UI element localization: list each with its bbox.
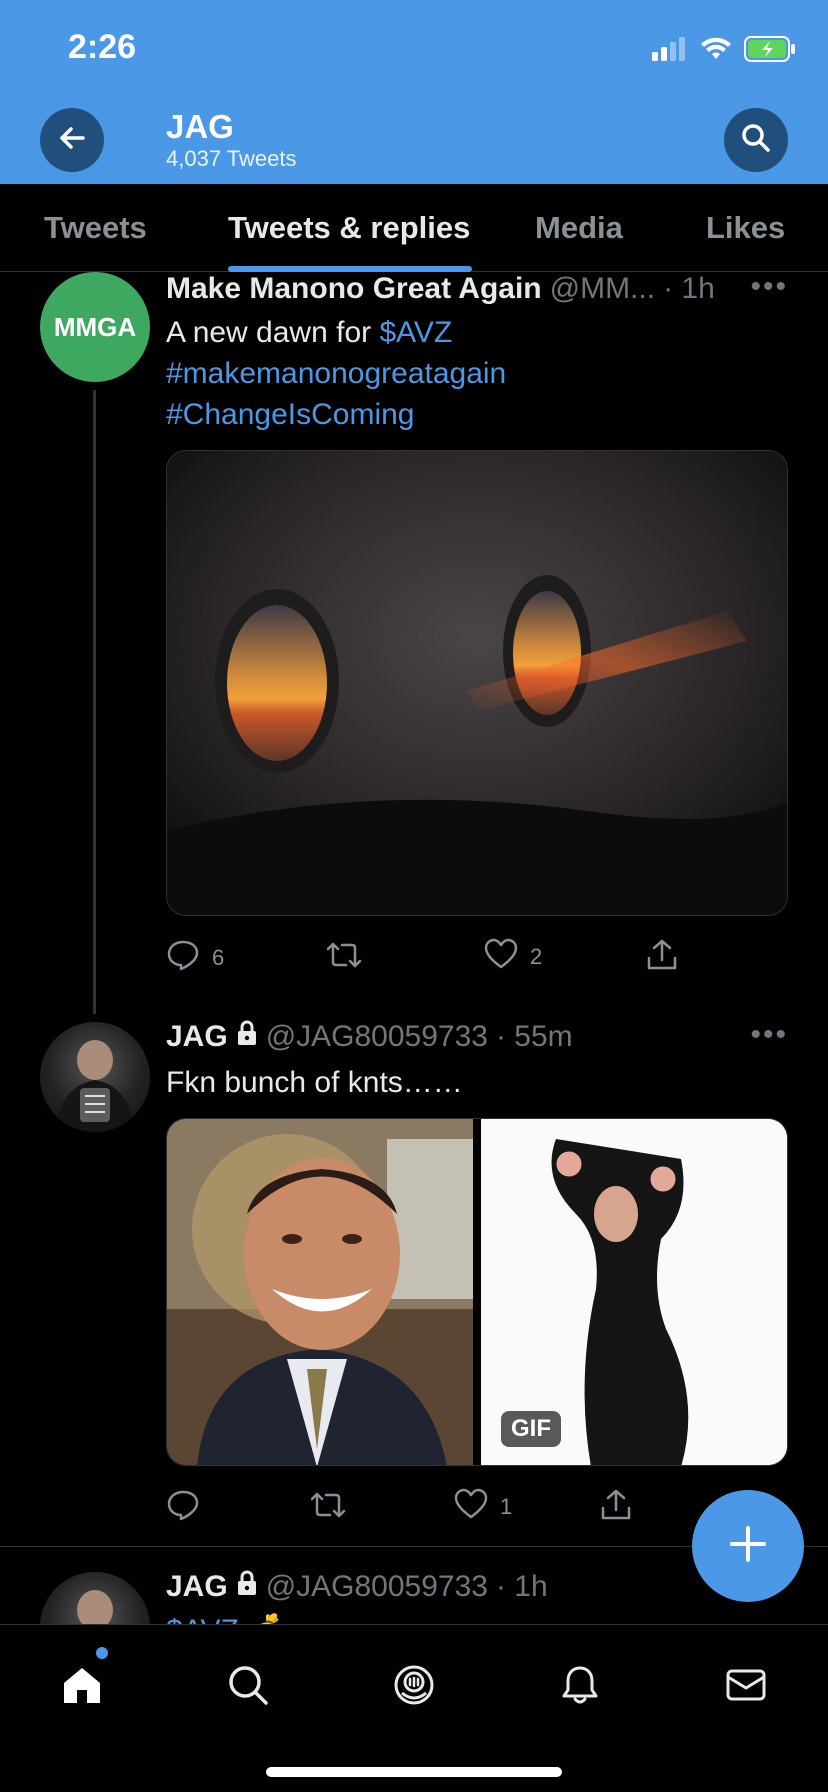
notification-dot [96, 1647, 108, 1659]
avatar[interactable] [40, 1572, 150, 1624]
gif-badge: GIF [501, 1411, 561, 1447]
author-name[interactable]: JAG [166, 1020, 228, 1054]
tweet-actions: 1 [166, 1488, 631, 1532]
tweet-time: · 55m [495, 1020, 573, 1053]
tab-tweets[interactable]: Tweets [44, 210, 147, 246]
lock-icon [236, 1570, 258, 1604]
tweet-media-grid: GIF [166, 1118, 788, 1466]
compose-tweet-button[interactable] [692, 1490, 804, 1602]
tweet-feed[interactable]: MMGA Make Manono Great Again @MM... · 1h… [0, 272, 828, 1624]
tweet-actions: 6 2 [166, 938, 686, 982]
author-handle[interactable]: @JAG80059733 [266, 1570, 488, 1604]
avatar[interactable] [40, 1022, 150, 1132]
tweet-text-plain: A new dawn for [166, 316, 380, 349]
tab-media[interactable]: Media [535, 210, 623, 246]
status-icons [652, 36, 796, 67]
share-button[interactable] [646, 938, 678, 978]
bell-icon [558, 1663, 602, 1712]
tab-tweets-replies[interactable]: Tweets & replies [228, 210, 470, 246]
nav-spaces[interactable] [382, 1655, 446, 1719]
tweet-header: JAG @JAG80059733 · 55m [166, 1020, 746, 1054]
hashtag-link[interactable]: #makemanonogreatagain [166, 357, 506, 390]
profile-name: JAG [166, 108, 234, 145]
back-button[interactable] [40, 108, 104, 172]
profile-header: 2:26 JAG 4,037 Tweets [0, 0, 828, 184]
signal-icon [652, 37, 688, 66]
like-count: 1 [500, 1494, 513, 1519]
profile-tabs: Tweets Tweets & replies Media Likes [0, 184, 828, 272]
tweet-text: Fkn bunch of knts…… [166, 1066, 463, 1099]
search-icon [226, 1663, 270, 1712]
retweet-icon [326, 938, 362, 978]
lock-icon [236, 1020, 258, 1054]
avatar[interactable]: MMGA [40, 272, 150, 382]
like-button[interactable]: 1 [454, 1488, 512, 1526]
retweet-button[interactable] [310, 1488, 358, 1528]
tweet-time: · 1h [495, 1570, 548, 1603]
tab-likes[interactable]: Likes [706, 210, 785, 246]
reply-button[interactable]: 6 [166, 938, 224, 978]
share-icon [646, 938, 678, 978]
nav-explore[interactable] [216, 1655, 280, 1719]
bottom-navigation [0, 1624, 828, 1792]
home-icon [60, 1663, 104, 1712]
mail-icon [724, 1663, 768, 1712]
plus-icon [728, 1524, 768, 1569]
tweet-text: A new dawn for $AVZ #makemanonogreatagai… [166, 312, 786, 435]
heart-icon [454, 1488, 488, 1526]
more-options-icon[interactable]: ••• [750, 1018, 788, 1052]
reply-icon [166, 938, 200, 978]
like-button[interactable]: 2 [484, 938, 542, 976]
status-time: 2:26 [68, 28, 137, 66]
reply-icon [166, 1488, 200, 1528]
tweet-count: 4,037 Tweets [166, 146, 297, 171]
hashtag-link[interactable]: #ChangeIsComing [166, 398, 414, 431]
search-button[interactable] [724, 108, 788, 172]
home-indicator [266, 1767, 562, 1777]
retweet-button[interactable] [326, 938, 374, 978]
tweet-image[interactable] [167, 1119, 473, 1465]
cashtag-link[interactable]: $AVZ [379, 316, 452, 349]
more-options-icon[interactable]: ••• [750, 272, 788, 304]
tweet-header: Make Manono Great Again @MM... · 1h [166, 272, 786, 306]
like-count: 2 [530, 944, 543, 969]
search-icon [740, 122, 772, 159]
arrow-left-icon [57, 123, 87, 158]
author-name[interactable]: JAG [166, 1570, 228, 1604]
nav-notifications[interactable] [548, 1655, 612, 1719]
spaces-icon [392, 1663, 436, 1712]
reply-count: 6 [212, 945, 225, 970]
tweet-gif[interactable]: GIF [481, 1119, 787, 1465]
nav-home[interactable] [50, 1655, 114, 1719]
retweet-icon [310, 1488, 346, 1528]
author-name[interactable]: Make Manono Great Again [166, 272, 542, 306]
wifi-icon [700, 37, 732, 66]
thread-line [93, 390, 96, 1014]
share-icon [600, 1488, 632, 1528]
battery-charging-icon [744, 36, 796, 67]
tweet-header: JAG @JAG80059733 · 1h [166, 1570, 726, 1604]
tweet-time: · 1h [663, 272, 715, 305]
author-handle[interactable]: @JAG80059733 [266, 1020, 488, 1054]
reply-button[interactable] [166, 1488, 212, 1528]
share-button[interactable] [600, 1488, 632, 1528]
avatar-text: MMGA [53, 311, 137, 342]
nav-messages[interactable] [714, 1655, 778, 1719]
tweet-text: $AVZ 💰 [166, 1610, 566, 1624]
author-handle[interactable]: @MM... [550, 272, 655, 306]
tweet-image[interactable] [166, 450, 788, 916]
heart-icon [484, 938, 518, 976]
